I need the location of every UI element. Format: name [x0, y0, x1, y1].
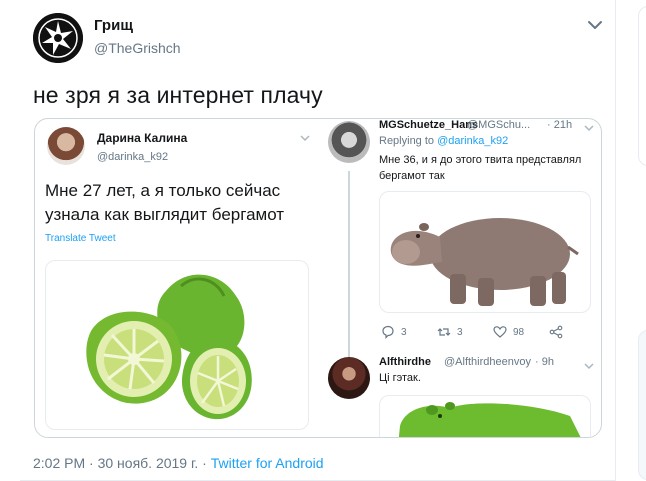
share-icon: [549, 325, 563, 339]
thread-line: [348, 171, 350, 359]
sidebar-card: [638, 6, 646, 166]
chevron-down-icon[interactable]: [584, 18, 606, 34]
translate-tweet-link: Translate Tweet: [45, 233, 116, 244]
hippopotamus-icon: [390, 218, 579, 306]
comment-icon: [382, 325, 394, 339]
chevron-down-icon: [299, 131, 311, 142]
attached-image[interactable]: Дарина Калина @darinka_k92 Мне 27 лет, а…: [34, 118, 602, 438]
reply-text: Мне 36, и я до этого твита представлял б…: [379, 154, 582, 182]
right-sidebar: [616, 0, 646, 481]
quoted-name: Дарина Калина: [97, 131, 188, 145]
reply-name: MGSchuetze_Hans: [379, 119, 479, 131]
share-action: [549, 325, 563, 339]
quoted-avatar: [47, 127, 85, 165]
author-avatar[interactable]: [33, 13, 83, 63]
bergamot-image: [45, 260, 309, 430]
reply-avatar: [328, 121, 370, 163]
green-hippo-image: [379, 395, 591, 437]
retweet-count: 3: [457, 326, 463, 338]
retweet-action: 3: [437, 325, 463, 339]
tweet-text: не зря я за интернет плачу: [33, 82, 323, 108]
hippo-image: [379, 191, 591, 313]
tweet-time[interactable]: 2:02 PM: [33, 455, 85, 471]
reply-text: Ці гэтак.: [379, 372, 421, 384]
green-hippopotamus-icon: [398, 402, 581, 437]
author-handle[interactable]: @TheGrishch: [94, 40, 181, 56]
reply-name: Alfthirdhe: [379, 356, 431, 368]
quoted-handle: @darinka_k92: [97, 151, 169, 163]
like-action: 98: [493, 325, 524, 339]
reply-action: 3: [381, 325, 407, 339]
replying-mention: @darinka_k92: [437, 135, 509, 147]
author-name[interactable]: Грищ: [94, 17, 133, 34]
tweet-date[interactable]: 30 нояб. 2019 г.: [98, 455, 199, 471]
reply-time: · 21h: [547, 119, 573, 131]
retweet-icon: [437, 328, 451, 336]
like-count: 98: [513, 326, 525, 338]
tweet-card: Грищ @TheGrishch не зря я за интернет пл…: [0, 0, 616, 481]
reply-handle: @Alfthirdheenvoy: [444, 356, 531, 368]
heart-icon: [493, 326, 507, 338]
replying-to: Replying to @darinka_k92: [379, 135, 508, 147]
reply-handle: @MGSchu...: [467, 119, 531, 131]
reply-time: · 9h: [535, 356, 554, 368]
reply-actions: 3 3 98: [381, 325, 591, 341]
sidebar-card: [638, 330, 646, 480]
tweet-source-link[interactable]: Twitter for Android: [211, 455, 324, 471]
tweet-footer: 2:02 PM · 30 нояб. 2019 г. · Twitter for…: [33, 455, 324, 471]
emblem-icon: [33, 13, 83, 63]
bergamot-fruit-icon: [86, 274, 252, 420]
replying-prefix: Replying to: [379, 135, 438, 147]
reply-count: 3: [401, 326, 407, 338]
quoted-text: Мне 27 лет, а я только сейчас узнала как…: [45, 181, 285, 224]
chevron-down-icon: [583, 359, 595, 370]
reply-avatar: [328, 357, 370, 399]
footer-separator: ·: [198, 455, 211, 471]
chevron-down-icon: [583, 121, 595, 132]
footer-separator: ·: [85, 455, 98, 471]
